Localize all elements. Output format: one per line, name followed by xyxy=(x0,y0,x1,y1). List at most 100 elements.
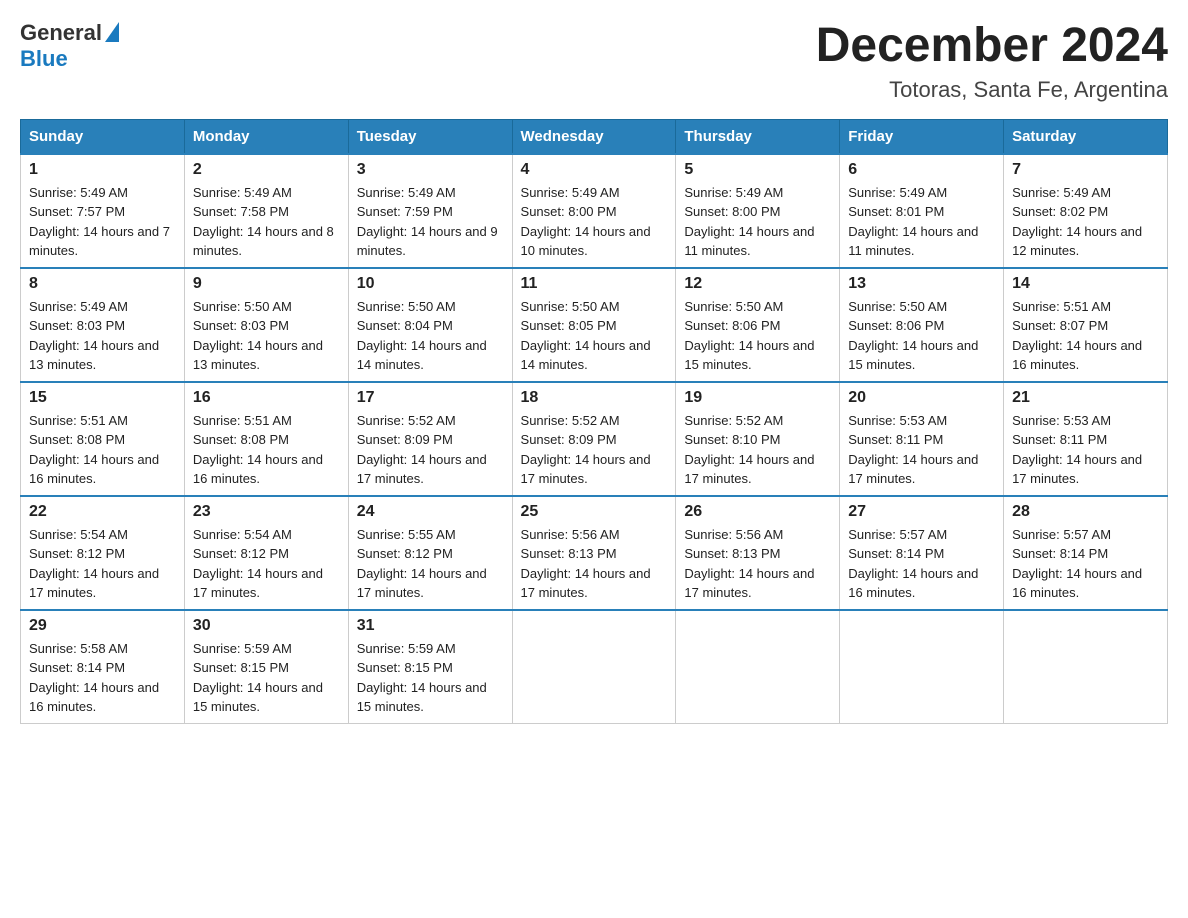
day-number: 30 xyxy=(193,617,340,635)
day-number: 17 xyxy=(357,389,504,407)
day-number: 2 xyxy=(193,161,340,179)
calendar-cell: 18Sunrise: 5:52 AMSunset: 8:09 PMDayligh… xyxy=(512,382,676,496)
day-info: Sunrise: 5:49 AMSunset: 7:58 PMDaylight:… xyxy=(193,183,340,261)
day-info: Sunrise: 5:56 AMSunset: 8:13 PMDaylight:… xyxy=(684,525,831,603)
day-number: 25 xyxy=(521,503,668,521)
day-info: Sunrise: 5:50 AMSunset: 8:03 PMDaylight:… xyxy=(193,297,340,375)
day-number: 5 xyxy=(684,161,831,179)
calendar-week-row: 15 Sunrise: 5:51 AMSunset: 8:08 PMDayligh… xyxy=(21,382,1168,496)
day-info: Sunrise: 5:51 AMSunset: 8:08 PMDaylight:… xyxy=(193,411,340,489)
day-info: Sunrise: 5:59 AMSunset: 8:15 PMDaylight:… xyxy=(357,639,504,717)
day-number: 15 xyxy=(29,389,176,407)
day-info: Sunrise: 5:52 AMSunset: 8:09 PMDaylight:… xyxy=(357,411,504,489)
day-info: Sunrise: 5:49 AMSunset: 8:02 PMDaylight:… xyxy=(1012,183,1159,261)
day-info: Sunrise: 5:50 AMSunset: 8:06 PMDaylight:… xyxy=(848,297,995,375)
calendar-cell: 3 Sunrise: 5:49 AMSunset: 7:59 PMDaylight… xyxy=(348,154,512,268)
day-number: 23 xyxy=(193,503,340,521)
day-info: Sunrise: 5:56 AMSunset: 8:13 PMDaylight:… xyxy=(521,525,668,603)
calendar-cell: 30 Sunrise: 5:59 AMSunset: 8:15 PMDayligh… xyxy=(184,610,348,724)
calendar-cell: 1Sunrise: 5:49 AMSunset: 7:57 PMDaylight… xyxy=(21,154,185,268)
calendar-cell xyxy=(512,610,676,724)
calendar-cell: 19 Sunrise: 5:52 AMSunset: 8:10 PMDayligh… xyxy=(676,382,840,496)
calendar-cell: 25 Sunrise: 5:56 AMSunset: 8:13 PMDayligh… xyxy=(512,496,676,610)
day-number: 4 xyxy=(521,161,668,179)
calendar-cell: 11 Sunrise: 5:50 AMSunset: 8:05 PMDayligh… xyxy=(512,268,676,382)
day-info: Sunrise: 5:54 AMSunset: 8:12 PMDaylight:… xyxy=(29,525,176,603)
logo-blue-text: Blue xyxy=(20,46,68,72)
day-info: Sunrise: 5:49 AMSunset: 8:01 PMDaylight:… xyxy=(848,183,995,261)
day-number: 19 xyxy=(684,389,831,407)
calendar-header-sunday: Sunday xyxy=(21,119,185,154)
location-title: Totoras, Santa Fe, Argentina xyxy=(816,77,1168,103)
calendar-cell xyxy=(1004,610,1168,724)
calendar-cell: 4Sunrise: 5:49 AMSunset: 8:00 PMDaylight… xyxy=(512,154,676,268)
calendar-cell: 27 Sunrise: 5:57 AMSunset: 8:14 PMDayligh… xyxy=(840,496,1004,610)
calendar-header-row: SundayMondayTuesdayWednesdayThursdayFrid… xyxy=(21,119,1168,154)
day-info: Sunrise: 5:50 AMSunset: 8:04 PMDaylight:… xyxy=(357,297,504,375)
day-info: Sunrise: 5:51 AMSunset: 8:07 PMDaylight:… xyxy=(1012,297,1159,375)
calendar-cell: 21 Sunrise: 5:53 AMSunset: 8:11 PMDayligh… xyxy=(1004,382,1168,496)
calendar-cell: 9Sunrise: 5:50 AMSunset: 8:03 PMDaylight… xyxy=(184,268,348,382)
calendar-header-monday: Monday xyxy=(184,119,348,154)
day-number: 31 xyxy=(357,617,504,635)
day-number: 7 xyxy=(1012,161,1159,179)
day-number: 10 xyxy=(357,275,504,293)
calendar-cell: 7 Sunrise: 5:49 AMSunset: 8:02 PMDaylight… xyxy=(1004,154,1168,268)
calendar-cell: 10 Sunrise: 5:50 AMSunset: 8:04 PMDayligh… xyxy=(348,268,512,382)
calendar-cell xyxy=(676,610,840,724)
calendar-week-row: 29Sunrise: 5:58 AMSunset: 8:14 PMDayligh… xyxy=(21,610,1168,724)
day-number: 1 xyxy=(29,161,176,179)
day-info: Sunrise: 5:50 AMSunset: 8:05 PMDaylight:… xyxy=(521,297,668,375)
day-info: Sunrise: 5:51 AMSunset: 8:08 PMDaylight:… xyxy=(29,411,176,489)
calendar-cell: 13 Sunrise: 5:50 AMSunset: 8:06 PMDayligh… xyxy=(840,268,1004,382)
day-info: Sunrise: 5:52 AMSunset: 8:10 PMDaylight:… xyxy=(684,411,831,489)
calendar-cell: 8Sunrise: 5:49 AMSunset: 8:03 PMDaylight… xyxy=(21,268,185,382)
day-number: 24 xyxy=(357,503,504,521)
calendar-cell: 22 Sunrise: 5:54 AMSunset: 8:12 PMDayligh… xyxy=(21,496,185,610)
day-info: Sunrise: 5:55 AMSunset: 8:12 PMDaylight:… xyxy=(357,525,504,603)
calendar-cell: 29Sunrise: 5:58 AMSunset: 8:14 PMDayligh… xyxy=(21,610,185,724)
logo-arrow-icon xyxy=(105,22,119,42)
day-info: Sunrise: 5:57 AMSunset: 8:14 PMDaylight:… xyxy=(848,525,995,603)
calendar-table: SundayMondayTuesdayWednesdayThursdayFrid… xyxy=(20,119,1168,724)
calendar-cell: 24 Sunrise: 5:55 AMSunset: 8:12 PMDayligh… xyxy=(348,496,512,610)
calendar-week-row: 8Sunrise: 5:49 AMSunset: 8:03 PMDaylight… xyxy=(21,268,1168,382)
calendar-cell: 28 Sunrise: 5:57 AMSunset: 8:14 PMDayligh… xyxy=(1004,496,1168,610)
day-number: 21 xyxy=(1012,389,1159,407)
calendar-week-row: 22 Sunrise: 5:54 AMSunset: 8:12 PMDayligh… xyxy=(21,496,1168,610)
calendar-cell: 17 Sunrise: 5:52 AMSunset: 8:09 PMDayligh… xyxy=(348,382,512,496)
day-number: 11 xyxy=(521,275,668,293)
month-title: December 2024 xyxy=(816,20,1168,73)
day-info: Sunrise: 5:53 AMSunset: 8:11 PMDaylight:… xyxy=(1012,411,1159,489)
calendar-cell: 12 Sunrise: 5:50 AMSunset: 8:06 PMDayligh… xyxy=(676,268,840,382)
calendar-cell: 31 Sunrise: 5:59 AMSunset: 8:15 PMDayligh… xyxy=(348,610,512,724)
day-number: 22 xyxy=(29,503,176,521)
calendar-header-friday: Friday xyxy=(840,119,1004,154)
day-info: Sunrise: 5:57 AMSunset: 8:14 PMDaylight:… xyxy=(1012,525,1159,603)
day-number: 6 xyxy=(848,161,995,179)
calendar-cell: 23 Sunrise: 5:54 AMSunset: 8:12 PMDayligh… xyxy=(184,496,348,610)
day-info: Sunrise: 5:54 AMSunset: 8:12 PMDaylight:… xyxy=(193,525,340,603)
day-number: 12 xyxy=(684,275,831,293)
day-number: 27 xyxy=(848,503,995,521)
day-number: 26 xyxy=(684,503,831,521)
day-info: Sunrise: 5:49 AMSunset: 7:59 PMDaylight:… xyxy=(357,183,504,261)
day-number: 3 xyxy=(357,161,504,179)
day-info: Sunrise: 5:53 AMSunset: 8:11 PMDaylight:… xyxy=(848,411,995,489)
day-info: Sunrise: 5:52 AMSunset: 8:09 PMDaylight:… xyxy=(521,411,668,489)
day-info: Sunrise: 5:59 AMSunset: 8:15 PMDaylight:… xyxy=(193,639,340,717)
calendar-header-thursday: Thursday xyxy=(676,119,840,154)
calendar-cell: 2 Sunrise: 5:49 AMSunset: 7:58 PMDaylight… xyxy=(184,154,348,268)
day-info: Sunrise: 5:50 AMSunset: 8:06 PMDaylight:… xyxy=(684,297,831,375)
day-number: 28 xyxy=(1012,503,1159,521)
calendar-cell: 5 Sunrise: 5:49 AMSunset: 8:00 PMDaylight… xyxy=(676,154,840,268)
calendar-cell: 14Sunrise: 5:51 AMSunset: 8:07 PMDayligh… xyxy=(1004,268,1168,382)
day-number: 20 xyxy=(848,389,995,407)
calendar-cell: 20 Sunrise: 5:53 AMSunset: 8:11 PMDayligh… xyxy=(840,382,1004,496)
logo: General Blue xyxy=(20,20,119,72)
day-number: 13 xyxy=(848,275,995,293)
calendar-header-saturday: Saturday xyxy=(1004,119,1168,154)
calendar-cell: 15 Sunrise: 5:51 AMSunset: 8:08 PMDayligh… xyxy=(21,382,185,496)
header: General Blue December 2024 Totoras, Sant… xyxy=(20,20,1168,103)
day-info: Sunrise: 5:49 AMSunset: 8:00 PMDaylight:… xyxy=(684,183,831,261)
